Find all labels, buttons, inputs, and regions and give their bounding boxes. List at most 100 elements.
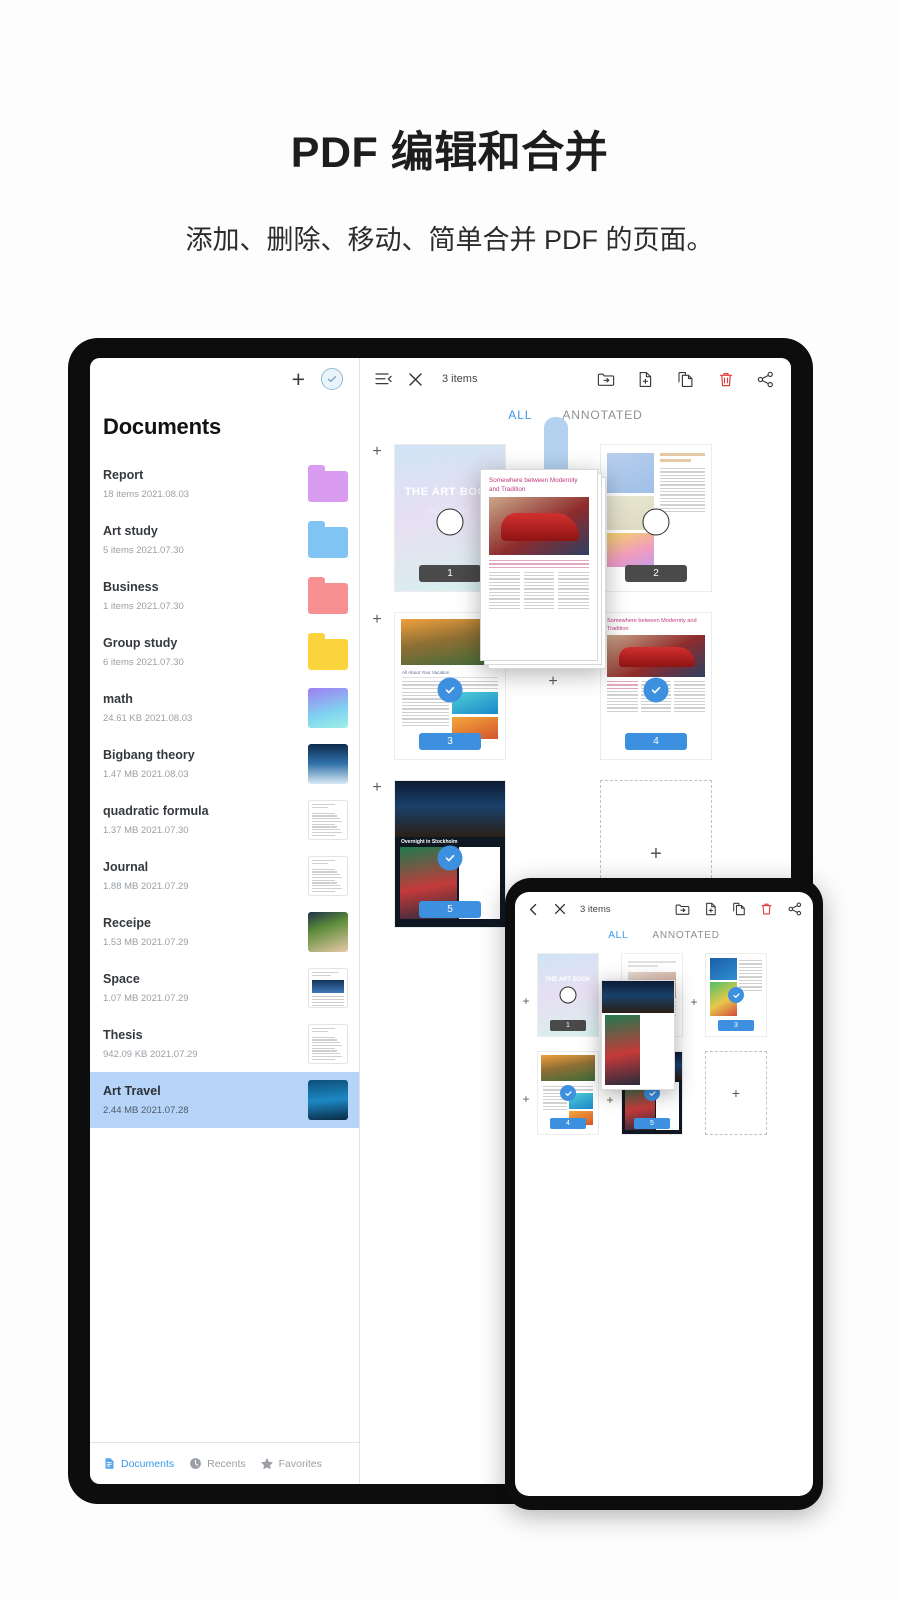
- phone-device: 3 items ALL ANNOTATED + THE ART BOOK 1 +…: [505, 878, 823, 1510]
- add-page-placeholder-icon[interactable]: +: [705, 1051, 767, 1135]
- nav-item-favorites[interactable]: Favorites: [260, 1457, 322, 1471]
- file-meta: 24.61 KB 2021.08.03: [103, 713, 193, 724]
- documents-icon: [102, 1457, 116, 1471]
- close-icon[interactable]: [552, 902, 567, 917]
- document-thumbnail: [308, 688, 348, 728]
- select-circle-icon[interactable]: [559, 986, 577, 1004]
- document-thumbnail: [308, 856, 348, 896]
- file-list-item[interactable]: Group study 6 items 2021.07.30: [90, 624, 359, 680]
- nav-item-documents[interactable]: Documents: [102, 1457, 174, 1471]
- page-3-title: All About Your Vacation: [402, 670, 498, 678]
- file-list-item[interactable]: Receipe 1.53 MB 2021.07.29: [90, 904, 359, 960]
- tab-all[interactable]: ALL: [608, 930, 628, 941]
- nav-item-label: Documents: [121, 1457, 175, 1470]
- file-list-item[interactable]: Space 1.07 MB 2021.07.29: [90, 960, 359, 1016]
- page-thumbnail-4[interactable]: Somewhere between Modernity and Traditio…: [600, 612, 712, 760]
- page-selected-check-icon[interactable]: [560, 1085, 576, 1101]
- file-name: Thesis: [103, 1028, 143, 1042]
- select-circle-icon[interactable]: [642, 508, 670, 536]
- page-number-badge: 1: [419, 565, 481, 582]
- file-list-item[interactable]: Journal 1.88 MB 2021.07.29: [90, 848, 359, 904]
- sidebar-title: Documents: [103, 414, 221, 439]
- duplicate-icon[interactable]: [676, 370, 695, 389]
- share-icon[interactable]: [756, 370, 775, 389]
- page-thumbnail-2[interactable]: 2: [600, 444, 712, 592]
- phone-toolbar-actions: [675, 902, 802, 917]
- phone-page-thumbnail-4[interactable]: 4: [537, 1051, 599, 1135]
- page-selected-check-icon[interactable]: [437, 677, 463, 703]
- file-list-item[interactable]: Thesis 942.09 KB 2021.07.29: [90, 1016, 359, 1072]
- duplicate-icon[interactable]: [731, 902, 746, 917]
- file-name: Art Travel: [103, 1084, 161, 1098]
- phone-page-thumbnail-1[interactable]: THE ART BOOK 1: [537, 953, 599, 1037]
- tab-all[interactable]: ALL: [508, 408, 532, 422]
- file-list-item[interactable]: quadratic formula 1.37 MB 2021.07.30: [90, 792, 359, 848]
- page-title: PDF 编辑和合并: [290, 129, 609, 177]
- file-meta: 1.37 MB 2021.07.30: [103, 825, 189, 836]
- tablet-toolbar: 3 items: [360, 358, 791, 400]
- page-thumbnail-5[interactable]: Overnight in Stockholm 5: [394, 780, 506, 928]
- file-name: Art study: [103, 524, 158, 538]
- document-thumbnail: [308, 1080, 348, 1120]
- add-page-icon[interactable]: [636, 370, 655, 389]
- page-selected-check-icon[interactable]: [728, 987, 744, 1003]
- tablet-tabs: ALL ANNOTATED: [360, 400, 791, 426]
- clock-icon: [188, 1457, 202, 1471]
- back-chevron-icon[interactable]: [526, 902, 541, 917]
- plus-icon[interactable]: +: [292, 367, 305, 391]
- insert-marker-icon[interactable]: +: [515, 953, 537, 1008]
- phone-toolbar: 3 items: [515, 892, 813, 926]
- move-to-folder-icon[interactable]: [675, 902, 690, 917]
- file-list-item[interactable]: Art Travel 2.44 MB 2021.07.28: [90, 1072, 359, 1128]
- file-list-item[interactable]: Business 1 items 2021.07.30: [90, 568, 359, 624]
- selection-count: 3 items: [442, 373, 478, 385]
- insert-marker-icon[interactable]: +: [683, 953, 705, 1009]
- tab-annotated[interactable]: ANNOTATED: [652, 930, 719, 941]
- file-list-item[interactable]: Bigbang theory 1.47 MB 2021.08.03: [90, 736, 359, 792]
- file-meta: 1.47 MB 2021.08.03: [103, 769, 189, 780]
- file-list-item[interactable]: math 24.61 KB 2021.08.03: [90, 680, 359, 736]
- page-number-badge: 4: [625, 733, 687, 750]
- move-to-folder-icon[interactable]: [596, 370, 615, 389]
- close-icon[interactable]: [406, 370, 425, 389]
- folder-icon: [308, 464, 348, 504]
- file-meta: 6 items 2021.07.30: [103, 657, 184, 668]
- insert-marker-icon[interactable]: +: [360, 780, 394, 796]
- page-selected-check-icon[interactable]: [437, 845, 463, 871]
- phone-screen: 3 items ALL ANNOTATED + THE ART BOOK 1 +…: [515, 892, 813, 1496]
- insert-marker-icon[interactable]: +: [360, 612, 394, 628]
- share-icon[interactable]: [787, 902, 802, 917]
- file-meta: 1.07 MB 2021.07.29: [103, 993, 189, 1004]
- page-number-badge: 5: [634, 1118, 670, 1129]
- phone-dragged-page[interactable]: [601, 980, 675, 1090]
- file-meta: 942.09 KB 2021.07.29: [103, 1049, 198, 1060]
- file-list-item[interactable]: Report 18 items 2021.08.03: [90, 456, 359, 512]
- file-name: Journal: [103, 860, 149, 874]
- file-name: Group study: [103, 636, 178, 650]
- folder-icon: [308, 632, 348, 672]
- insert-marker-icon[interactable]: +: [515, 1051, 537, 1106]
- delete-icon[interactable]: [759, 902, 774, 917]
- dragged-page-stack[interactable]: Somewhere between Modernity and Traditio…: [480, 469, 606, 669]
- collapse-sidebar-icon[interactable]: [374, 370, 393, 389]
- bottom-nav: Documents Recents Favorites: [90, 1442, 359, 1484]
- file-list-item[interactable]: Art study 5 items 2021.07.30: [90, 512, 359, 568]
- nav-item-label: Recents: [207, 1457, 246, 1470]
- select-circle-icon[interactable]: [436, 508, 464, 536]
- phone-page-1-title: THE ART BOOK: [545, 976, 591, 983]
- tab-annotated[interactable]: ANNOTATED: [562, 408, 642, 422]
- phone-page-thumbnail-3[interactable]: 3: [705, 953, 767, 1037]
- page-subtitle: 添加、删除、移动、简单合并 PDF 的页面。: [185, 225, 714, 255]
- check-circle-icon[interactable]: [321, 368, 343, 390]
- document-thumbnail: [308, 912, 348, 952]
- add-page-icon[interactable]: [703, 902, 718, 917]
- page-number-badge: 2: [625, 565, 687, 582]
- file-name: Business: [103, 580, 159, 594]
- promo-page: PDF 编辑和合并 添加、删除、移动、简单合并 PDF 的页面。 + Docum…: [0, 0, 899, 1600]
- nav-item-recents[interactable]: Recents: [188, 1457, 246, 1471]
- page-selected-check-icon[interactable]: [643, 677, 669, 703]
- delete-icon[interactable]: [716, 370, 735, 389]
- phone-add-page-slot[interactable]: +: [705, 1051, 767, 1135]
- folder-icon: [308, 576, 348, 616]
- insert-marker-icon[interactable]: +: [360, 444, 394, 460]
